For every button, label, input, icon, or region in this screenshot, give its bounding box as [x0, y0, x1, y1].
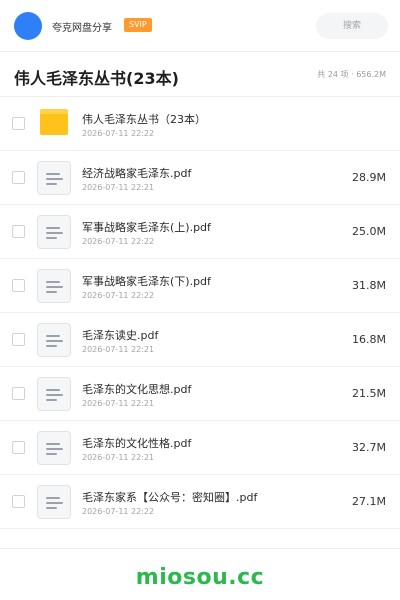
select-checkbox[interactable]: [12, 495, 25, 508]
select-checkbox[interactable]: [12, 117, 25, 130]
svip-badge: SVIP: [124, 18, 152, 32]
file-size: 32.7M: [352, 441, 386, 454]
file-name: 毛泽东家系【公众号：密知圈】.pdf: [82, 491, 258, 504]
page-title: 伟人毛泽东丛书(23本): [14, 69, 179, 88]
watermark-text: miosou.cc: [135, 565, 265, 590]
list-item[interactable]: 毛泽东的文化性格.pdf 2026-07-11 22:21 32.7M: [0, 421, 400, 475]
document-icon: [37, 377, 71, 411]
file-date: 2026-07-11 22:21: [82, 345, 155, 354]
document-icon: [37, 161, 71, 195]
list-item[interactable]: 军事战略家毛泽东(下).pdf 2026-07-11 22:22 31.8M: [0, 259, 400, 313]
folder-title-bar: 伟人毛泽东丛书(23本) 共 24 项 · 656.2M: [0, 52, 400, 97]
file-size: 27.1M: [352, 495, 386, 508]
file-name: 军事战略家毛泽东(上).pdf: [82, 221, 211, 234]
file-date: 2026-07-11 22:22: [82, 129, 155, 138]
file-date: 2026-07-11 22:21: [82, 453, 155, 462]
search-button[interactable]: 搜索: [316, 13, 388, 39]
list-item[interactable]: 毛泽东读史.pdf 2026-07-11 22:21 16.8M: [0, 313, 400, 367]
share-source-name: 夸克网盘分享: [52, 23, 112, 34]
select-checkbox[interactable]: [12, 333, 25, 346]
file-date: 2026-07-11 22:22: [82, 291, 155, 300]
share-header: 夸克网盘分享 SVIP 搜索: [0, 0, 400, 52]
file-date: 2026-07-11 22:22: [82, 507, 155, 516]
list-item[interactable]: 毛泽东家系【公众号：密知圈】.pdf 2026-07-11 22:22 27.1…: [0, 475, 400, 529]
file-date: 2026-07-11 22:21: [82, 399, 155, 408]
list-item[interactable]: 经济战略家毛泽东.pdf 2026-07-11 22:21 28.9M: [0, 151, 400, 205]
file-name: 伟人毛泽东丛书（23本）: [82, 113, 206, 126]
list-item[interactable]: 军事战略家毛泽东(上).pdf 2026-07-11 22:22 25.0M: [0, 205, 400, 259]
select-checkbox[interactable]: [12, 279, 25, 292]
file-list: 伟人毛泽东丛书（23本） 2026-07-11 22:22 经济战略家毛泽东.p…: [0, 97, 400, 529]
file-size: 28.9M: [352, 171, 386, 184]
file-size: 16.8M: [352, 333, 386, 346]
file-name: 经济战略家毛泽东.pdf: [82, 167, 192, 180]
file-name: 毛泽东的文化思想.pdf: [82, 383, 192, 396]
select-checkbox[interactable]: [12, 387, 25, 400]
file-name: 毛泽东的文化性格.pdf: [82, 437, 192, 450]
folder-icon: [40, 109, 68, 135]
file-size: 25.0M: [352, 225, 386, 238]
select-checkbox[interactable]: [12, 225, 25, 238]
file-name: 毛泽东读史.pdf: [82, 329, 159, 342]
file-date: 2026-07-11 22:21: [82, 183, 155, 192]
file-size: 21.5M: [352, 387, 386, 400]
document-icon: [37, 323, 71, 357]
document-icon: [37, 431, 71, 465]
document-icon: [37, 269, 71, 303]
file-date: 2026-07-11 22:22: [82, 237, 155, 246]
list-item-folder[interactable]: 伟人毛泽东丛书（23本） 2026-07-11 22:22: [0, 97, 400, 151]
file-name: 军事战略家毛泽东(下).pdf: [82, 275, 211, 288]
select-checkbox[interactable]: [12, 441, 25, 454]
select-checkbox[interactable]: [12, 171, 25, 184]
list-item[interactable]: 毛泽东的文化思想.pdf 2026-07-11 22:21 21.5M: [0, 367, 400, 421]
avatar[interactable]: [14, 12, 42, 40]
document-icon: [37, 485, 71, 519]
footer: miosou.cc: [0, 548, 400, 600]
document-icon: [37, 215, 71, 249]
folder-summary: 共 24 项 · 656.2M: [317, 70, 386, 79]
file-size: 31.8M: [352, 279, 386, 292]
